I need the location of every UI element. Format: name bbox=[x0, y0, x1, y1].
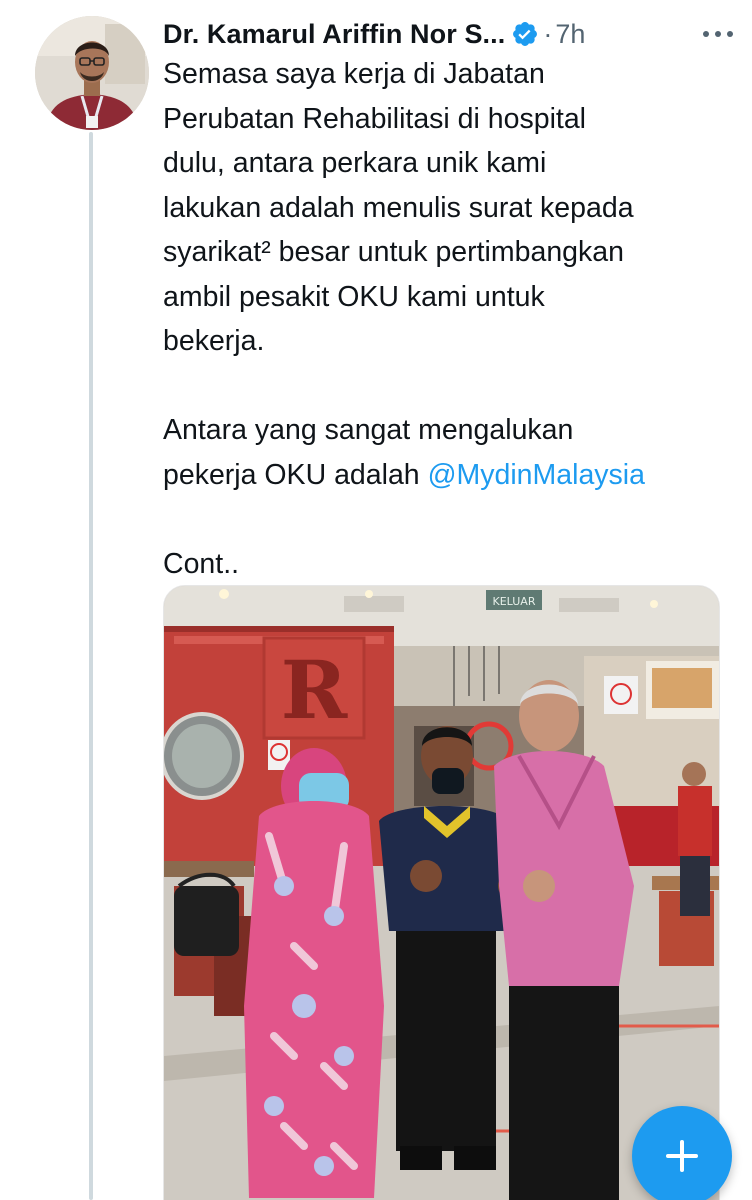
avatar-photo bbox=[35, 16, 149, 130]
tweet-photo[interactable]: KELUAR R bbox=[163, 585, 720, 1200]
tweet-text-line: Antara yang sangat mengalukan bbox=[163, 414, 574, 446]
tweet-text-line: Semasa saya kerja di Jabatan bbox=[163, 58, 545, 90]
verified-badge-icon bbox=[511, 20, 539, 48]
header-separator: · bbox=[543, 18, 553, 49]
thread-connector-line bbox=[89, 132, 93, 1200]
avatar[interactable] bbox=[35, 16, 149, 130]
tweet-text-line: Perubatan Rehabilitasi di hospital bbox=[163, 102, 587, 135]
tweet-text-line: syarikat² besar untuk pertimbangkan bbox=[163, 236, 624, 268]
exit-sign-label: KELUAR bbox=[493, 595, 536, 608]
plus-icon bbox=[666, 1140, 698, 1172]
more-horizontal-icon[interactable] bbox=[698, 20, 738, 48]
tweet-text-line: ambil pesakit OKU kami untuk bbox=[163, 280, 545, 313]
tweet-text-line: Cont.. bbox=[163, 547, 240, 580]
tweet-body: Semasa saya kerja di Jabatan Perubatan R… bbox=[163, 52, 733, 586]
compose-button[interactable] bbox=[632, 1106, 732, 1200]
tweet-header: Dr. Kamarul Ariffin Nor S... · 7h bbox=[163, 14, 738, 54]
tweet-text-line: bekerja. bbox=[163, 325, 265, 357]
tweet-timestamp[interactable]: 7h bbox=[555, 19, 585, 50]
tweet-text-line: dulu, antara perkara unik kami bbox=[163, 147, 547, 179]
tweet-screen: Dr. Kamarul Ariffin Nor S... · 7h Semasa… bbox=[0, 0, 752, 1200]
tweet-text-line: pekerja OKU adalah @MydinMalaysia bbox=[163, 453, 733, 498]
author-name[interactable]: Dr. Kamarul Ariffin Nor S... bbox=[163, 19, 505, 50]
mention-link[interactable]: @MydinMalaysia bbox=[428, 459, 645, 491]
tweet-photo-image: KELUAR R bbox=[164, 586, 719, 1200]
restaurant-sign-letter: R bbox=[281, 643, 348, 737]
tweet-text-line: lakukan adalah menulis surat kepada bbox=[163, 191, 634, 224]
tweet-text-segment: pekerja OKU adalah bbox=[163, 458, 428, 491]
